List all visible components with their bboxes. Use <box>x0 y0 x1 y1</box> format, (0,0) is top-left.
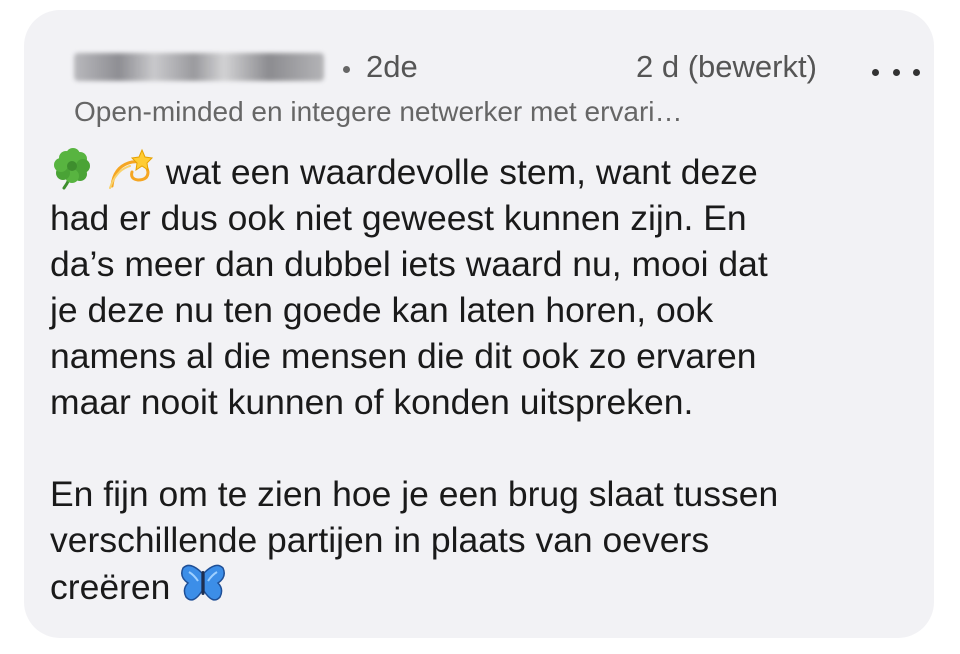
more-horizontal-icon <box>872 68 879 76</box>
more-horizontal-icon-dot <box>892 68 900 76</box>
comment-line: namens al die mensen die dit ook zo erva… <box>50 336 757 376</box>
author-headline[interactable]: Open-minded en integere netwerker met er… <box>74 95 904 129</box>
comment-line: creëren <box>50 563 900 610</box>
author-name-blurred[interactable] <box>74 53 324 81</box>
butterfly-icon <box>180 563 226 605</box>
dizzy-icon <box>106 146 156 190</box>
separator-dot <box>343 66 350 73</box>
comment-paragraph: En fijn om te zien hoe je een brug slaat… <box>50 471 900 610</box>
comment-line: verschillende partijen in plaats van oev… <box>50 520 710 560</box>
comment-timestamp: 2 d (bewerkt) <box>636 49 817 84</box>
four-leaf-clover-icon <box>50 146 96 190</box>
more-horizontal-icon-dot <box>913 68 920 76</box>
comment-line: da’s meer dan dubbel iets waard nu, mooi… <box>50 244 768 284</box>
comment-line: En fijn om te zien hoe je een brug slaat… <box>50 474 779 514</box>
more-options-button[interactable] <box>872 54 920 90</box>
comment-line: maar nooit kunnen of konden uitspreken. <box>50 382 694 422</box>
comment-line: wat een waardevolle stem, want deze <box>50 146 900 195</box>
comment-paragraph: wat een waardevolle stem, want deze had … <box>50 146 900 425</box>
comment-text: wat een waardevolle stem, want deze had … <box>50 146 900 610</box>
connection-degree: 2de <box>366 49 418 84</box>
comment-line: had er dus ook niet geweest kunnen zijn.… <box>50 198 747 238</box>
comment-line-text: creëren <box>50 567 171 607</box>
comment-line-text: wat een waardevolle stem, want deze <box>165 152 758 192</box>
comment-line: je deze nu ten goede kan laten horen, oo… <box>50 290 714 330</box>
